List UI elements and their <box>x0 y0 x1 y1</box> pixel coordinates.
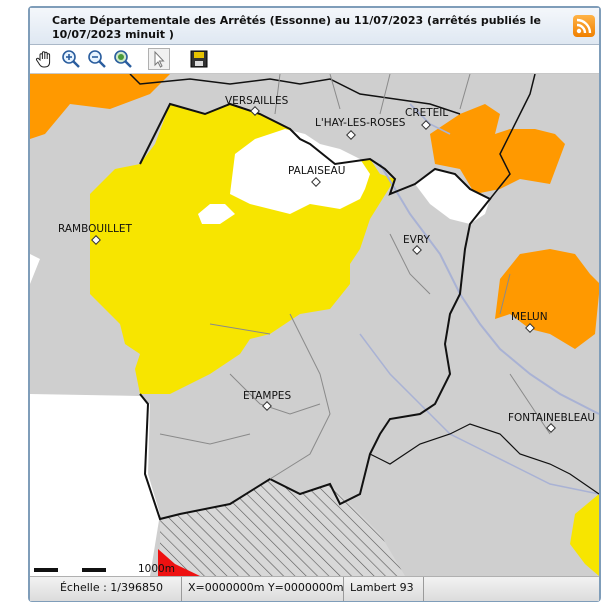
label-rambouillet: RAMBOUILLET <box>58 223 133 235</box>
map-title: Carte Départementale des Arrêtés (Essonn… <box>52 14 542 41</box>
pan-hand-icon[interactable] <box>34 48 56 70</box>
select-arrow-icon[interactable] <box>148 48 170 70</box>
zoom-in-icon[interactable] <box>60 48 82 70</box>
save-icon[interactable] <box>188 48 210 70</box>
white-zone-west <box>30 394 160 576</box>
projection-readout: Lambert 93 <box>344 577 424 601</box>
zoom-out-icon[interactable] <box>86 48 108 70</box>
label-melun: MELUN <box>511 311 548 323</box>
map-toolbar <box>30 45 599 74</box>
label-palaiseau: PALAISEAU <box>288 165 345 177</box>
rss-feed-icon[interactable] <box>573 15 595 37</box>
coordinate-readout: X=0000000m Y=0000000m <box>182 577 344 601</box>
scale-readout: Échelle : 1/396850 <box>42 577 182 601</box>
label-fontainebleau: FONTAINEBLEAU <box>508 412 595 424</box>
status-bar: Échelle : 1/396850 X=0000000m Y=0000000m… <box>30 576 599 601</box>
label-etampes: ETAMPES <box>243 390 291 402</box>
label-evry: EVRY <box>403 234 430 246</box>
scale-bar-label: 1000m <box>138 563 175 575</box>
label-creteil: CRETEIL <box>405 107 448 119</box>
map-window: Carte Départementale des Arrêtés (Essonn… <box>28 6 601 602</box>
title-bar: Carte Départementale des Arrêtés (Essonn… <box>30 8 599 45</box>
label-lhay-les-roses: L'HAY-LES-ROSES <box>315 117 406 129</box>
zoom-extent-icon[interactable] <box>112 48 134 70</box>
label-versailles: VERSAILLES <box>225 95 289 107</box>
map-canvas[interactable]: VERSAILLES L'HAY-LES-ROSES CRETEIL PALAI… <box>30 74 599 576</box>
